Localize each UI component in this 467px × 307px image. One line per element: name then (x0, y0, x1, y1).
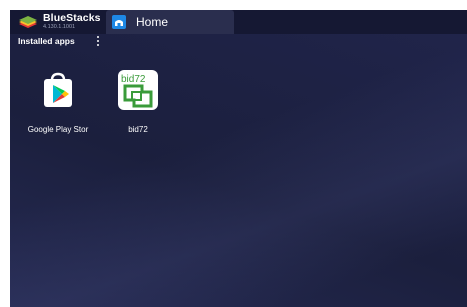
app-label: Google Play Stor (27, 125, 89, 134)
app-bid72[interactable]: bid72 bid72 (98, 70, 178, 150)
bluestacks-brand[interactable]: BlueStacks 4.130.1.1001 (10, 10, 102, 34)
bid72-icon-text: bid72 (121, 74, 146, 85)
tab-home[interactable]: Home (106, 10, 234, 34)
app-google-play-store[interactable]: Google Play Stor (18, 70, 98, 150)
app-label: bid72 (128, 125, 148, 134)
google-play-store-icon (44, 72, 72, 107)
tab-label: Home (136, 15, 169, 29)
more-options-icon[interactable] (95, 35, 101, 47)
brand-name: BlueStacks (43, 12, 101, 24)
bluestacks-window: BlueStacks 4.130.1.1001 Home Installed a… (10, 10, 467, 307)
bid72-app-icon: bid72 (118, 70, 158, 110)
installed-apps-title: Installed apps (18, 36, 75, 46)
brand-version: 4.130.1.1001 (43, 24, 76, 30)
home-icon (112, 15, 126, 29)
title-bar: BlueStacks 4.130.1.1001 Home (10, 10, 467, 34)
bluestacks-logo-icon (19, 16, 37, 28)
